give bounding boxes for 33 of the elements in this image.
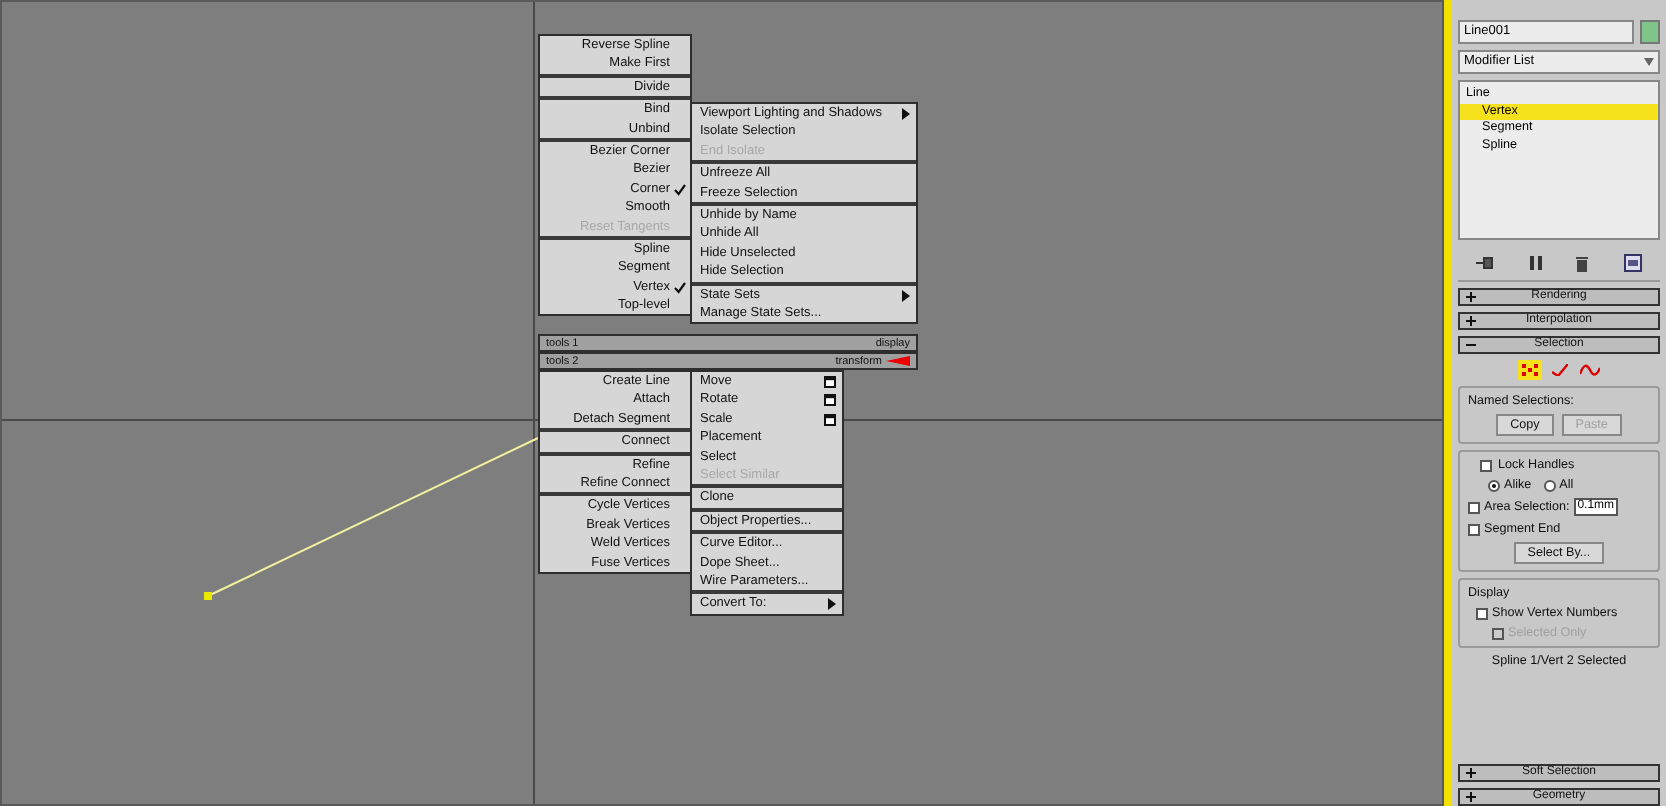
checkmark-icon [674,183,686,196]
checkbox[interactable] [1468,523,1480,535]
configure-icon[interactable] [1624,254,1643,272]
expand-icon [1466,792,1476,802]
checkbox[interactable] [1480,459,1492,471]
options-box-icon [824,394,836,407]
checkmark-icon [674,281,686,294]
expand-icon [1466,316,1476,326]
options-box-icon [824,376,836,388]
pin-icon[interactable] [1475,256,1494,270]
vertex-icon [1521,364,1537,376]
options-box-icon [824,413,836,426]
submenu-arrow-icon [902,108,910,120]
checkbox[interactable] [1468,501,1480,513]
pointer-arrow-icon [886,356,910,366]
segment-icon [1551,364,1567,376]
submenu-arrow-icon [828,598,836,611]
expand-icon [1466,292,1476,302]
checkbox[interactable] [1476,607,1488,619]
sub-object-level[interactable] [1577,360,1601,380]
radio-button[interactable] [1543,479,1556,491]
vertex-point [204,592,212,600]
sub-object-level[interactable] [1547,360,1571,380]
color-swatch[interactable] [1640,20,1660,44]
trash-icon[interactable] [1576,255,1589,271]
dropdown-arrow-icon [1644,58,1654,66]
radio-button[interactable] [1488,479,1500,491]
pause-icon[interactable] [1529,256,1542,270]
sub-object-level[interactable] [1517,360,1541,380]
collapse-icon [1466,340,1476,350]
submenu-arrow-icon [902,289,910,302]
spline-icon [1579,364,1599,376]
expand-icon [1466,768,1476,778]
